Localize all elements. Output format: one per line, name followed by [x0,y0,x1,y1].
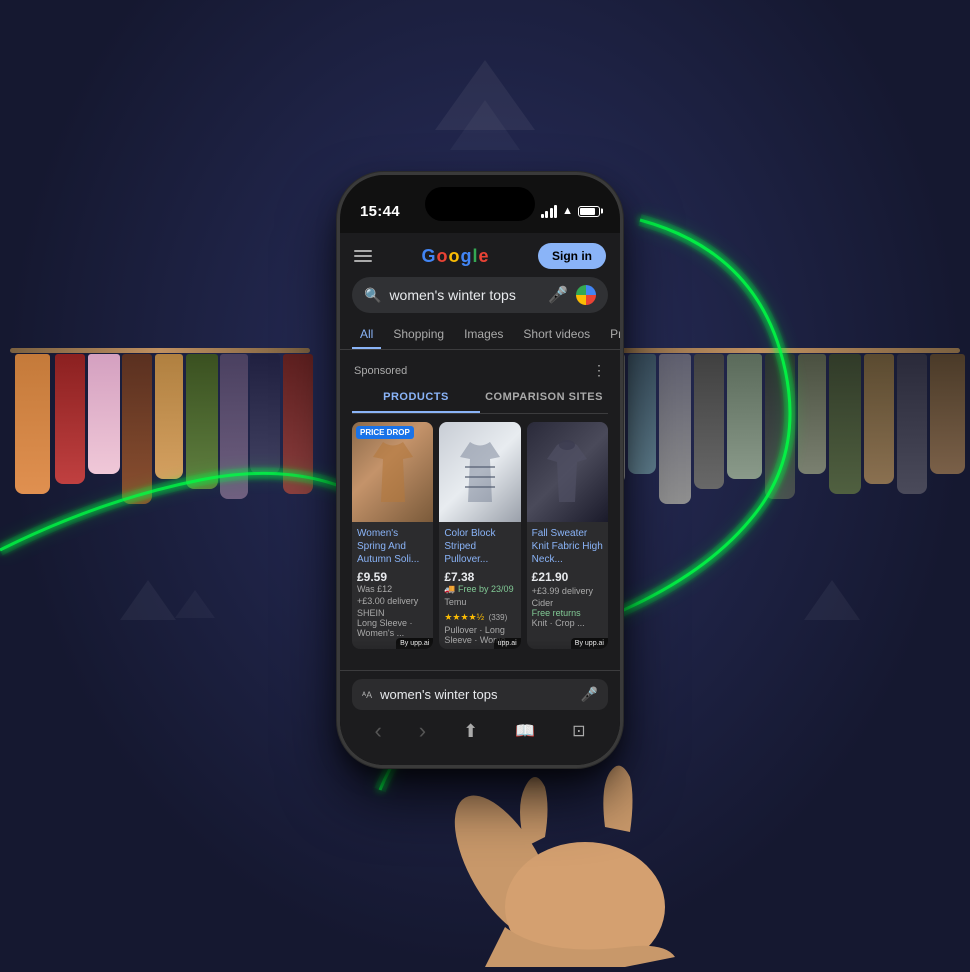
more-options-icon[interactable]: ⋮ [592,362,606,379]
search-bar[interactable]: 🔍 women's winter tops 🎤 [352,277,608,313]
hamburger-menu-icon[interactable] [354,250,372,262]
status-time: 15:44 [360,203,400,220]
product-delivery-3: +£3.99 delivery [532,586,603,596]
tab-all[interactable]: All [352,321,381,349]
safari-mic-icon[interactable]: 🎤 [581,686,598,703]
google-header: G o o g l e Sign in [340,233,620,277]
safari-search-text[interactable]: women's winter tops [380,687,572,702]
safari-bottom-bar: ᴬA women's winter tops 🎤 ‹ › ⬆ 📖 ⊡ [340,670,620,765]
product-retailer-1: SHEIN [357,608,428,618]
phone: 15:44 ▲ [340,175,630,795]
status-icons: ▲ [541,205,600,218]
product-retailer-2: Temu [444,597,515,607]
product-card-2[interactable]: Color Block Striped Pullover... £7.38 🚚 … [439,422,520,649]
safari-nav-bar: ‹ › ⬆ 📖 ⊡ [340,714,620,756]
voice-search-icon[interactable]: 🎤 [548,285,568,305]
product-info-2: Color Block Striped Pullover... £7.38 🚚 … [439,522,520,649]
product-image-2 [439,422,520,522]
product-image-wrapper-2 [439,422,520,522]
product-price-3: £21.90 [532,570,603,584]
garment-r3 [628,354,656,474]
garment-5 [155,354,183,479]
product-price-2: £7.38 [444,570,515,584]
garment-r12 [930,354,965,474]
product-title-2: Color Block Striped Pullover... [444,527,515,566]
product-image-wrapper-3 [527,422,608,522]
tab-comparison-sites[interactable]: COMPARISON SITES [480,383,608,413]
battery-icon [578,206,600,217]
garment-r6 [727,354,762,479]
tab-shopping[interactable]: Shopping [385,321,452,349]
products-row: PRICE DROP Women's Spring And Autumn Sol… [340,422,620,649]
tabs-icon[interactable]: ⊡ [572,721,585,741]
garment-6 [186,354,218,489]
garment-2 [55,354,85,484]
clothing-silhouette-1 [368,437,418,507]
garment-r7 [765,354,795,499]
product-info-3: Fall Sweater Knit Fabric High Neck... £2… [527,522,608,632]
google-lens-icon[interactable] [576,285,596,305]
google-logo: G o o g l e [421,246,488,267]
dynamic-island [425,187,535,221]
fade-overlay [340,640,620,670]
tab-products[interactable]: Products [602,321,620,349]
tab-short-videos[interactable]: Short videos [515,321,598,349]
garment-r10 [864,354,894,484]
product-title-3: Fall Sweater Knit Fabric High Neck... [532,527,603,566]
rack-bar-left [10,348,310,353]
garment-3 [88,354,120,474]
garment-r11 [897,354,927,494]
garment-8 [250,354,280,474]
back-icon[interactable]: ‹ [374,718,381,744]
phone-body: 15:44 ▲ [340,175,620,765]
product-details-3: Knit · Crop ... [532,618,603,628]
product-title-1: Women's Spring And Autumn Soli... [357,527,428,566]
share-icon[interactable]: ⬆ [463,721,478,742]
garment-r8 [798,354,826,474]
product-delivery-2: 🚚 Free by 23/09 [444,584,515,595]
safari-search-bar[interactable]: ᴬA women's winter tops 🎤 [352,679,608,710]
search-query-text: women's winter tops [389,287,540,303]
product-image-3 [527,422,608,522]
clothes-rack-left [0,340,320,680]
product-was-price-1: Was £12 [357,584,428,594]
garment-7 [220,354,248,499]
garment-r9 [829,354,861,494]
garment-r5 [694,354,724,489]
clothing-silhouette-2 [455,437,505,507]
garment-1 [15,354,50,494]
product-type-tabs: PRODUCTS COMPARISON SITES [352,383,608,414]
stars-icon: ★★★★½ [444,612,484,622]
product-retailer-3: Cider [532,598,603,608]
product-details-1: Long Sleeve · Women's ... [357,618,428,638]
tab-images[interactable]: Images [456,321,511,349]
font-size-label: ᴬA [362,690,372,700]
garment-4 [122,354,152,504]
product-rating-2: ★★★★½ (339) [444,607,515,625]
garment-r4 [659,354,691,504]
price-drop-badge: PRICE DROP [356,426,414,439]
clothing-silhouette-3 [542,437,592,507]
sign-in-button[interactable]: Sign in [538,243,606,269]
bookmarks-icon[interactable]: 📖 [515,721,535,741]
forward-icon[interactable]: › [419,718,426,744]
product-info-1: Women's Spring And Autumn Soli... £9.59 … [352,522,433,642]
product-image-wrapper-1: PRICE DROP [352,422,433,522]
product-store-1: +£3.00 delivery [357,596,428,606]
garment-9 [283,354,313,494]
search-tabs: All Shopping Images Short videos Product… [340,321,620,350]
product-returns-3: Free returns [532,608,603,618]
sponsored-row: Sponsored ⋮ [340,358,620,383]
sponsored-label: Sponsored [354,365,407,377]
google-content: G o o g l e Sign in 🔍 women's winter top… [340,233,620,670]
wifi-icon: ▲ [562,205,573,217]
tab-products-label[interactable]: PRODUCTS [352,383,480,413]
product-card-1[interactable]: PRICE DROP Women's Spring And Autumn Sol… [352,422,433,649]
rating-count-2: (339) [489,613,508,622]
search-icon: 🔍 [364,287,381,304]
product-card-3[interactable]: Fall Sweater Knit Fabric High Neck... £2… [527,422,608,649]
phone-screen: 15:44 ▲ [340,175,620,765]
signal-icon [541,205,558,218]
product-price-1: £9.59 [357,570,428,584]
